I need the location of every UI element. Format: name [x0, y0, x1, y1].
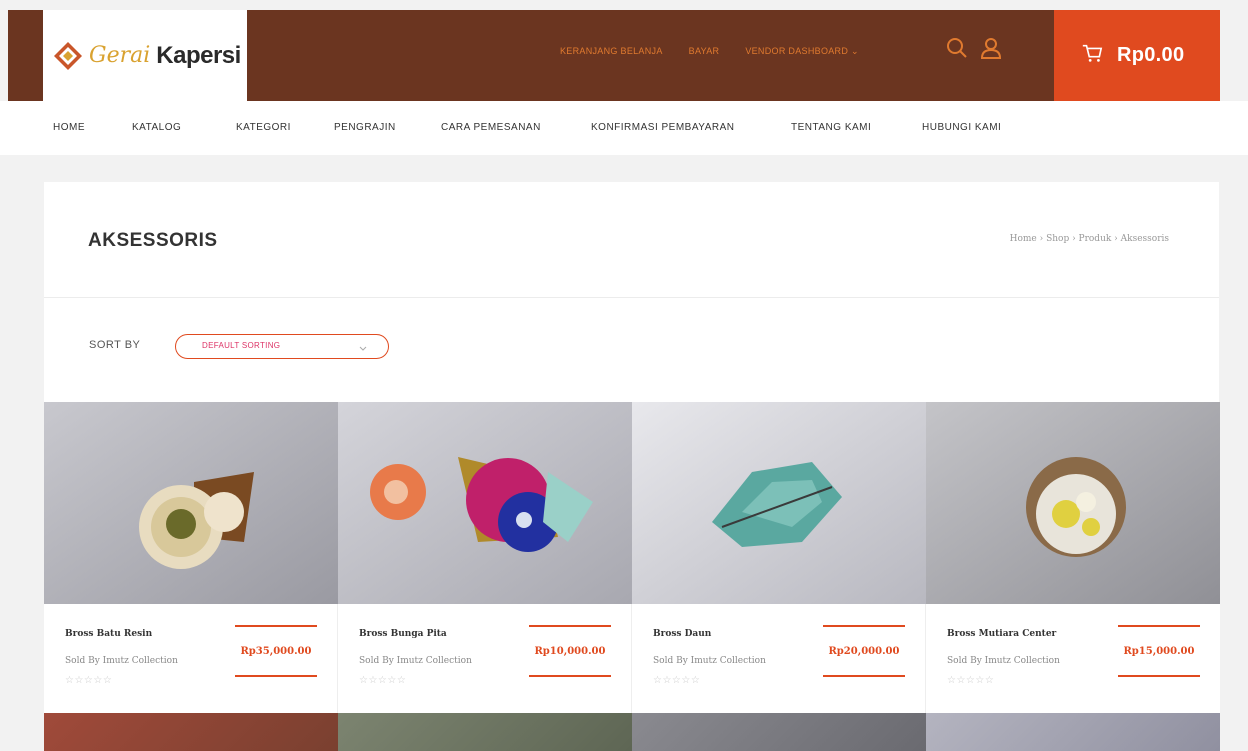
product-seller[interactable]: Sold By Imutz Collection	[65, 656, 178, 666]
nav-hubungi-kami[interactable]: HUBUNGI KAMI	[922, 122, 1001, 133]
product-image[interactable]	[338, 402, 632, 604]
search-icon[interactable]	[945, 36, 969, 60]
product-image[interactable]	[44, 713, 338, 751]
cart-button[interactable]: Rp0.00	[1054, 10, 1220, 101]
product-seller[interactable]: Sold By Imutz Collection	[653, 656, 766, 666]
page-title: AKSESSORIS	[88, 230, 218, 251]
vendor-dashboard-label: VENDOR DASHBOARD	[745, 46, 849, 56]
product-card[interactable]: Bross Bunga Pita Sold By Imutz Collectio…	[338, 402, 632, 713]
header-link-checkout[interactable]: BAYAR	[689, 46, 720, 57]
product-image[interactable]	[632, 402, 926, 604]
nav-tentang-kami[interactable]: TENTANG KAMI	[791, 122, 871, 133]
product-rating: ☆☆☆☆☆	[653, 675, 701, 686]
header-links: KERANJANG BELANJA BAYAR VENDOR DASHBOARD…	[560, 46, 885, 57]
sort-select[interactable]: DEFAULT SORTING	[175, 334, 389, 359]
cart-icon	[1081, 42, 1103, 69]
product-name[interactable]: Bross Bunga Pita	[359, 629, 447, 639]
header-link-cart[interactable]: KERANJANG BELANJA	[560, 46, 663, 57]
site-header: Gerai Kapersi KERANJANG BELANJA BAYAR VE…	[0, 0, 1248, 101]
logo-bold-text: Kapersi	[156, 41, 241, 69]
product-rating: ☆☆☆☆☆	[359, 675, 407, 686]
breadcrumb[interactable]: Home › Shop › Produk › Aksessoris	[1010, 234, 1169, 244]
nav-konfirmasi-pembayaran[interactable]: KONFIRMASI PEMBAYARAN	[591, 122, 734, 133]
product-rating: ☆☆☆☆☆	[65, 675, 113, 686]
main-nav: HOME KATALOG KATEGORI PENGRAJIN CARA PEM…	[0, 101, 1248, 155]
user-icon[interactable]	[979, 36, 1003, 60]
sort-selected-value: DEFAULT SORTING	[202, 341, 281, 350]
logo-emblem-icon	[53, 41, 83, 71]
product-image[interactable]	[338, 713, 632, 751]
sort-label: SORT BY	[89, 339, 141, 351]
product-price: Rp10,000.00	[529, 625, 611, 677]
product-name[interactable]: Bross Daun	[653, 629, 711, 639]
nav-katalog[interactable]: KATALOG	[132, 122, 181, 133]
product-grid-next-row	[44, 713, 1220, 751]
title-row: AKSESSORIS Home › Shop › Produk › Aksess…	[44, 182, 1219, 298]
product-rating: ☆☆☆☆☆	[947, 675, 995, 686]
chevron-down-icon	[358, 340, 368, 351]
product-seller[interactable]: Sold By Imutz Collection	[359, 656, 472, 666]
product-image[interactable]	[632, 713, 926, 751]
nav-pengrajin[interactable]: PENGRAJIN	[334, 122, 396, 133]
product-price: Rp15,000.00	[1118, 625, 1200, 677]
nav-home[interactable]: HOME	[53, 122, 85, 133]
product-card[interactable]: Bross Daun Sold By Imutz Collection ☆☆☆☆…	[632, 402, 926, 713]
nav-cara-pemesanan[interactable]: CARA PEMESANAN	[441, 122, 541, 133]
cart-total: Rp0.00	[1117, 44, 1185, 66]
product-card[interactable]: Bross Batu Resin Sold By Imutz Collectio…	[44, 402, 338, 713]
product-image[interactable]	[926, 713, 1220, 751]
product-seller[interactable]: Sold By Imutz Collection	[947, 656, 1060, 666]
product-image[interactable]	[44, 402, 338, 604]
logo-script-text: Gerai	[89, 43, 151, 68]
product-name[interactable]: Bross Batu Resin	[65, 629, 152, 639]
header-link-vendor-dashboard[interactable]: VENDOR DASHBOARD ⌄	[745, 46, 858, 57]
product-image[interactable]	[926, 402, 1220, 604]
nav-kategori[interactable]: KATEGORI	[236, 122, 291, 133]
product-card[interactable]: Bross Mutiara Center Sold By Imutz Colle…	[926, 402, 1220, 713]
category-header-card: AKSESSORIS Home › Shop › Produk › Aksess…	[44, 182, 1219, 402]
product-price: Rp20,000.00	[823, 625, 905, 677]
product-name[interactable]: Bross Mutiara Center	[947, 629, 1056, 639]
product-price: Rp35,000.00	[235, 625, 317, 677]
site-logo[interactable]: Gerai Kapersi	[43, 10, 247, 101]
